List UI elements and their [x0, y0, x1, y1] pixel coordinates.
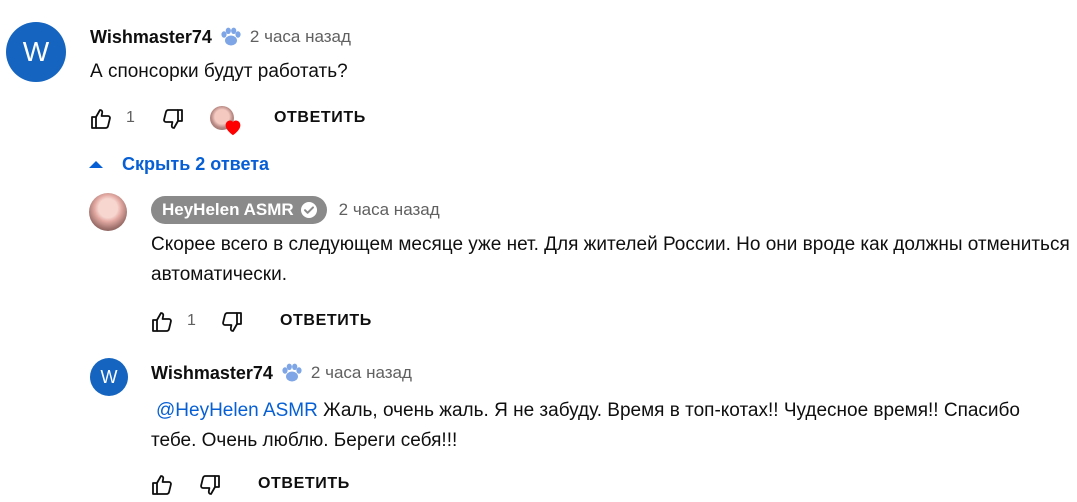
reply-time[interactable]: 2 часа назад	[339, 200, 440, 220]
avatar-letter: W	[22, 36, 50, 67]
reply-button[interactable]: ОТВЕТИТЬ	[258, 475, 350, 493]
like-button[interactable]	[149, 309, 175, 335]
avatar-letter: W	[100, 366, 118, 387]
dislike-button[interactable]	[219, 309, 245, 335]
reply-button[interactable]: ОТВЕТИТЬ	[274, 109, 366, 127]
comment-header: Wishmaster74 2 часа назад	[90, 24, 351, 50]
paw-badge-icon	[281, 363, 303, 383]
thumbs-down-icon	[200, 475, 220, 495]
like-count: 1	[126, 109, 135, 126]
reply-button[interactable]: ОТВЕТИТЬ	[280, 312, 372, 330]
reply-time[interactable]: 2 часа назад	[311, 363, 412, 383]
dislike-button[interactable]	[197, 472, 223, 498]
comment-time[interactable]: 2 часа назад	[250, 27, 351, 47]
comment-text: А спонсорки будут работать?	[90, 61, 348, 82]
thumbs-up-icon	[152, 475, 172, 495]
author-name: HeyHelen ASMR	[162, 200, 294, 219]
hide-replies-label: Скрыть 2 ответа	[122, 153, 270, 174]
reply-text: @HeyHelen ASMR Жаль, очень жаль. Я не за…	[151, 396, 1051, 456]
heart-icon	[225, 120, 241, 136]
thumbs-up-icon	[91, 109, 111, 129]
thumbs-up-icon	[152, 312, 172, 332]
author-name[interactable]: Wishmaster74	[90, 27, 212, 48]
verified-check-icon	[300, 202, 317, 218]
like-button[interactable]	[88, 106, 114, 132]
avatar[interactable]: W	[90, 358, 128, 396]
like-button[interactable]	[149, 472, 175, 498]
reply-header: HeyHelen ASMR 2 часа назад	[151, 196, 440, 224]
creator-avatar[interactable]	[89, 193, 127, 231]
avatar[interactable]: W	[6, 22, 66, 82]
paw-badge-icon	[220, 27, 242, 47]
mention-link[interactable]: @HeyHelen ASMR	[156, 400, 318, 421]
comment-thread: W Wishmaster74 2 часа назад А спонсорки …	[0, 0, 1077, 502]
like-count: 1	[187, 312, 196, 329]
thumbs-down-icon	[222, 312, 242, 332]
channel-owner-pill[interactable]: HeyHelen ASMR	[151, 196, 327, 224]
dislike-button[interactable]	[160, 106, 186, 132]
reply-header: Wishmaster74 2 часа назад	[151, 360, 412, 386]
thumbs-down-icon	[163, 109, 183, 129]
author-name[interactable]: Wishmaster74	[151, 363, 273, 384]
caret-up-icon	[89, 161, 103, 168]
creator-heart[interactable]	[210, 106, 246, 136]
reply-text: Скорее всего в следующем месяце уже нет.…	[151, 234, 1070, 285]
hide-replies-button[interactable]: Скрыть 2 ответа	[88, 152, 269, 176]
